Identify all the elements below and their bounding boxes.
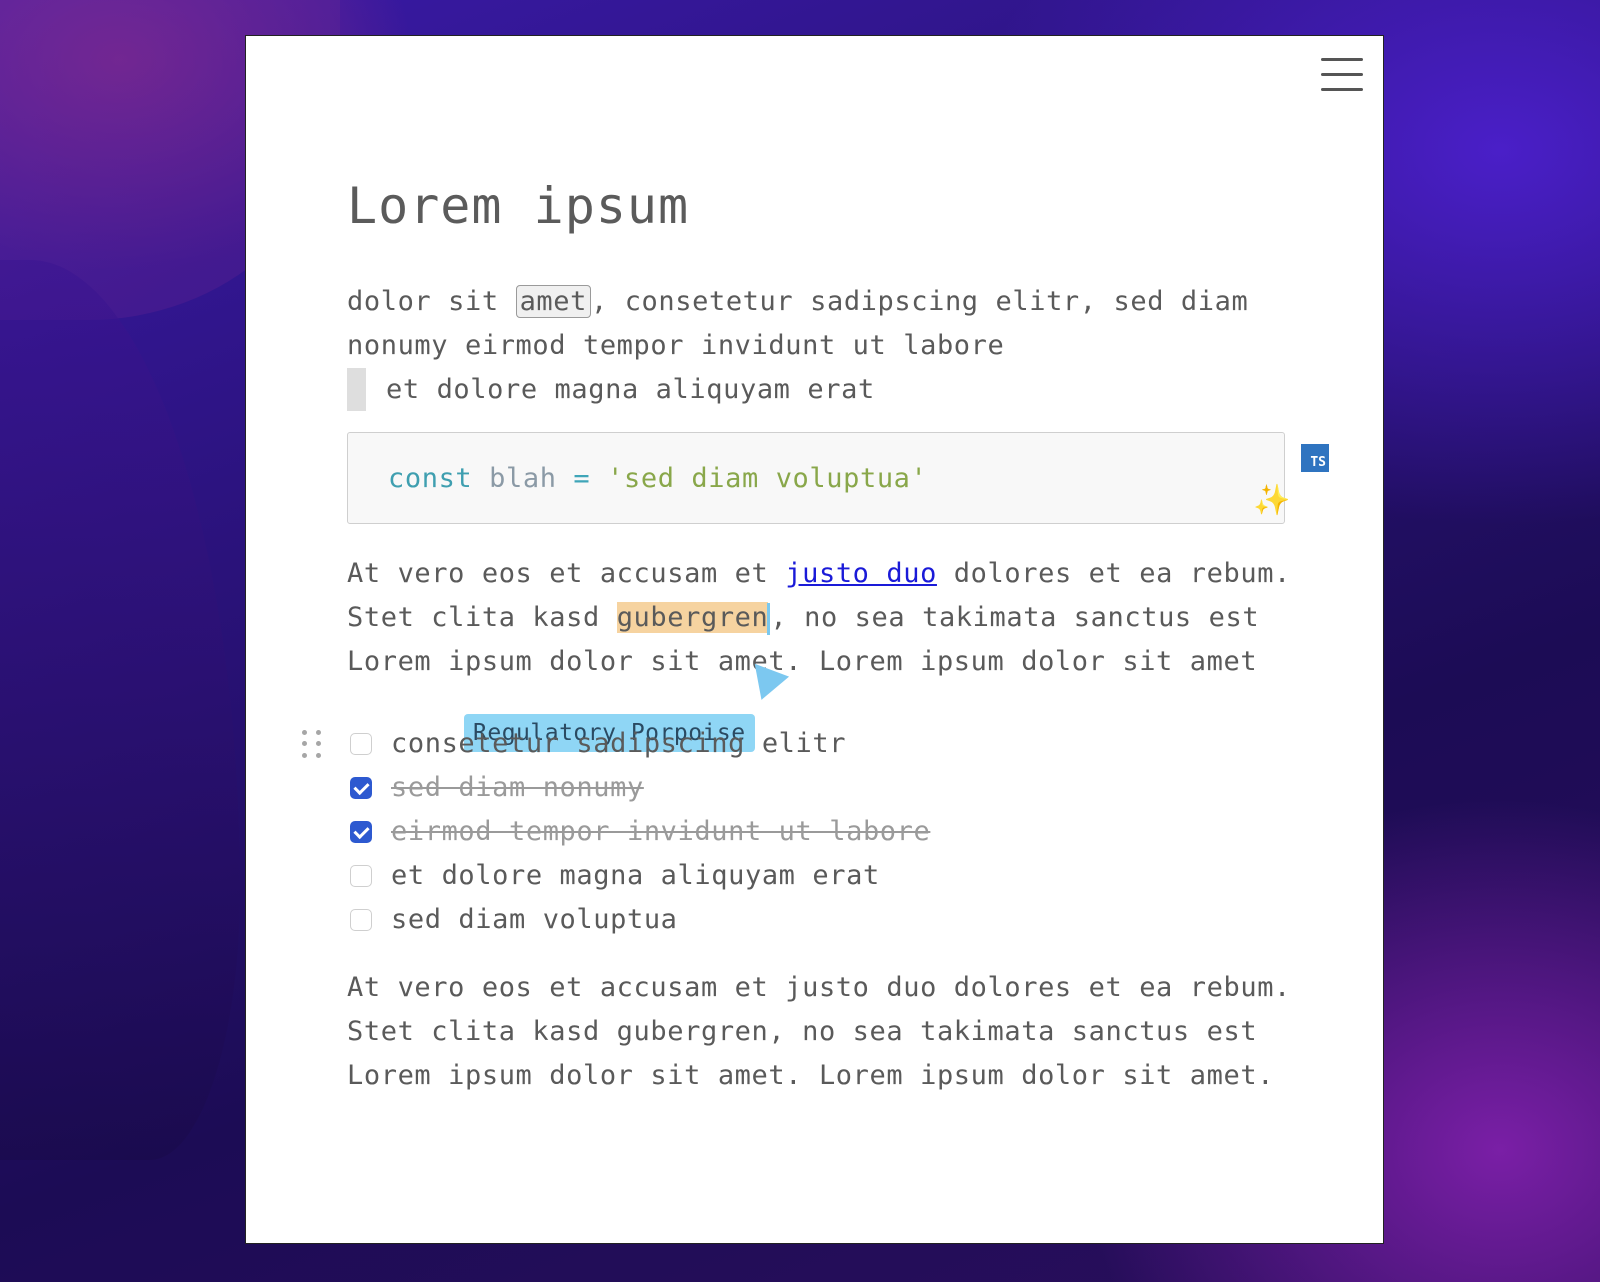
editor-window: Lorem ipsum dolor sit amet, consetetur s… — [245, 35, 1384, 1244]
blockquote[interactable]: et dolore magna aliquyam erat — [347, 368, 1307, 412]
text-highlight: gubergren — [616, 602, 769, 633]
drag-handle-icon[interactable] — [302, 730, 322, 760]
task-checkbox[interactable] — [350, 733, 372, 755]
task-item[interactable]: sed diam nonumy — [347, 766, 1307, 810]
wallpaper-shape — [0, 260, 240, 1160]
page-title[interactable]: Lorem ipsum — [347, 176, 1307, 236]
code-keyword: const — [388, 462, 473, 494]
code-string: 'sed diam voluptua' — [607, 462, 928, 494]
text: dolor sit — [347, 286, 516, 317]
inline-code-mark: amet — [515, 285, 591, 318]
code-block-row: const blah = 'sed diam voluptua' ✨ TS — [347, 432, 1329, 524]
task-list: consetetur sadipscing elitr sed diam non… — [302, 722, 1307, 942]
task-item[interactable]: sed diam voluptua — [347, 898, 1307, 942]
editor-content[interactable]: Lorem ipsum dolor sit amet, consetetur s… — [302, 176, 1329, 1098]
paragraph[interactable]: At vero eos et accusam et justo duo dolo… — [347, 552, 1307, 684]
task-label: sed diam voluptua — [391, 904, 678, 935]
task-item[interactable]: eirmod tempor invidunt ut labore — [347, 810, 1307, 854]
code-identifier: blah — [489, 462, 557, 494]
task-label: consetetur sadipscing elitr — [391, 728, 847, 759]
paragraph[interactable]: At vero eos et accusam et justo duo dolo… — [347, 966, 1307, 1098]
quote-text: et dolore magna aliquyam erat — [386, 374, 875, 405]
text: At vero eos et accusam et — [347, 558, 786, 589]
language-badge[interactable]: TS — [1301, 444, 1329, 472]
task-checkbox[interactable] — [350, 821, 372, 843]
task-label: eirmod tempor invidunt ut labore — [391, 816, 931, 847]
task-item[interactable]: et dolore magna aliquyam erat — [347, 854, 1307, 898]
code-operator: = — [573, 462, 591, 494]
sparkles-icon[interactable]: ✨ — [1253, 483, 1291, 518]
hamburger-menu-icon[interactable] — [1321, 58, 1363, 94]
task-label: et dolore magna aliquyam erat — [391, 860, 880, 891]
task-checkbox[interactable] — [350, 777, 372, 799]
task-checkbox[interactable] — [350, 865, 372, 887]
task-item[interactable]: consetetur sadipscing elitr — [347, 722, 1307, 766]
paragraph[interactable]: dolor sit amet, consetetur sadipscing el… — [347, 280, 1307, 368]
code-block[interactable]: const blah = 'sed diam voluptua' ✨ — [347, 432, 1290, 524]
inline-link[interactable]: justo duo — [785, 558, 937, 589]
task-label: sed diam nonumy — [391, 772, 644, 803]
task-checkbox[interactable] — [350, 909, 372, 931]
paragraph-block: At vero eos et accusam et justo duo dolo… — [347, 552, 1307, 752]
